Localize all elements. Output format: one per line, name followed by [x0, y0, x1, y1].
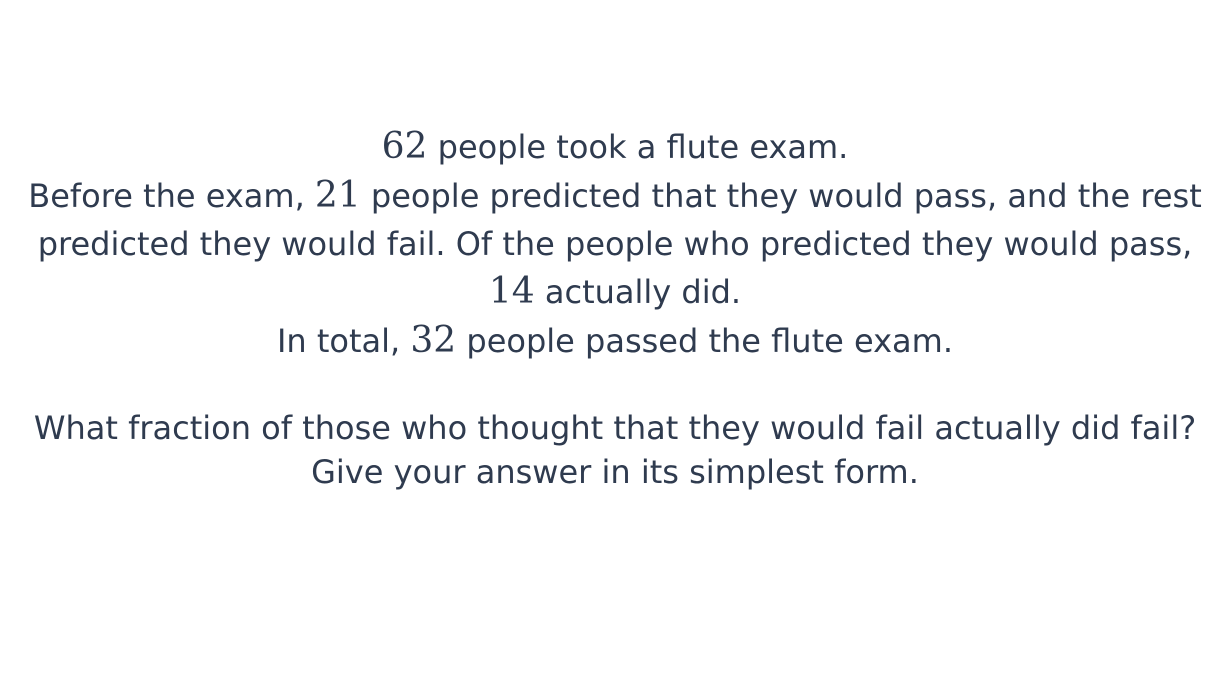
statement-line-1: 62 people took a flute exam. [14, 122, 1216, 172]
question-line: What fraction of those who thought that … [33, 409, 1197, 447]
instruction-line: Give your answer in its simplest form. [311, 453, 919, 491]
statement-text-3b: people passed the flute exam. [456, 322, 953, 360]
question-text: 62 people took a flute exam. Before the … [0, 122, 1230, 494]
statement-text-3a: In total, [276, 322, 411, 360]
number-total-passed: 32 [410, 320, 457, 361]
statement-text-1: people took a flute exam. [427, 128, 849, 166]
number-total: 62 [381, 126, 428, 167]
statement-text-2a: Before the exam, [28, 177, 315, 215]
statement-line-2: Before the exam, 21 people predicted tha… [14, 172, 1216, 316]
statement-text-2c: actually did. [534, 273, 742, 311]
number-predicted-pass: 21 [314, 175, 361, 216]
statement-line-3: In total, 32 people passed the flute exa… [14, 316, 1216, 366]
number-actual-pass: 14 [488, 271, 535, 312]
